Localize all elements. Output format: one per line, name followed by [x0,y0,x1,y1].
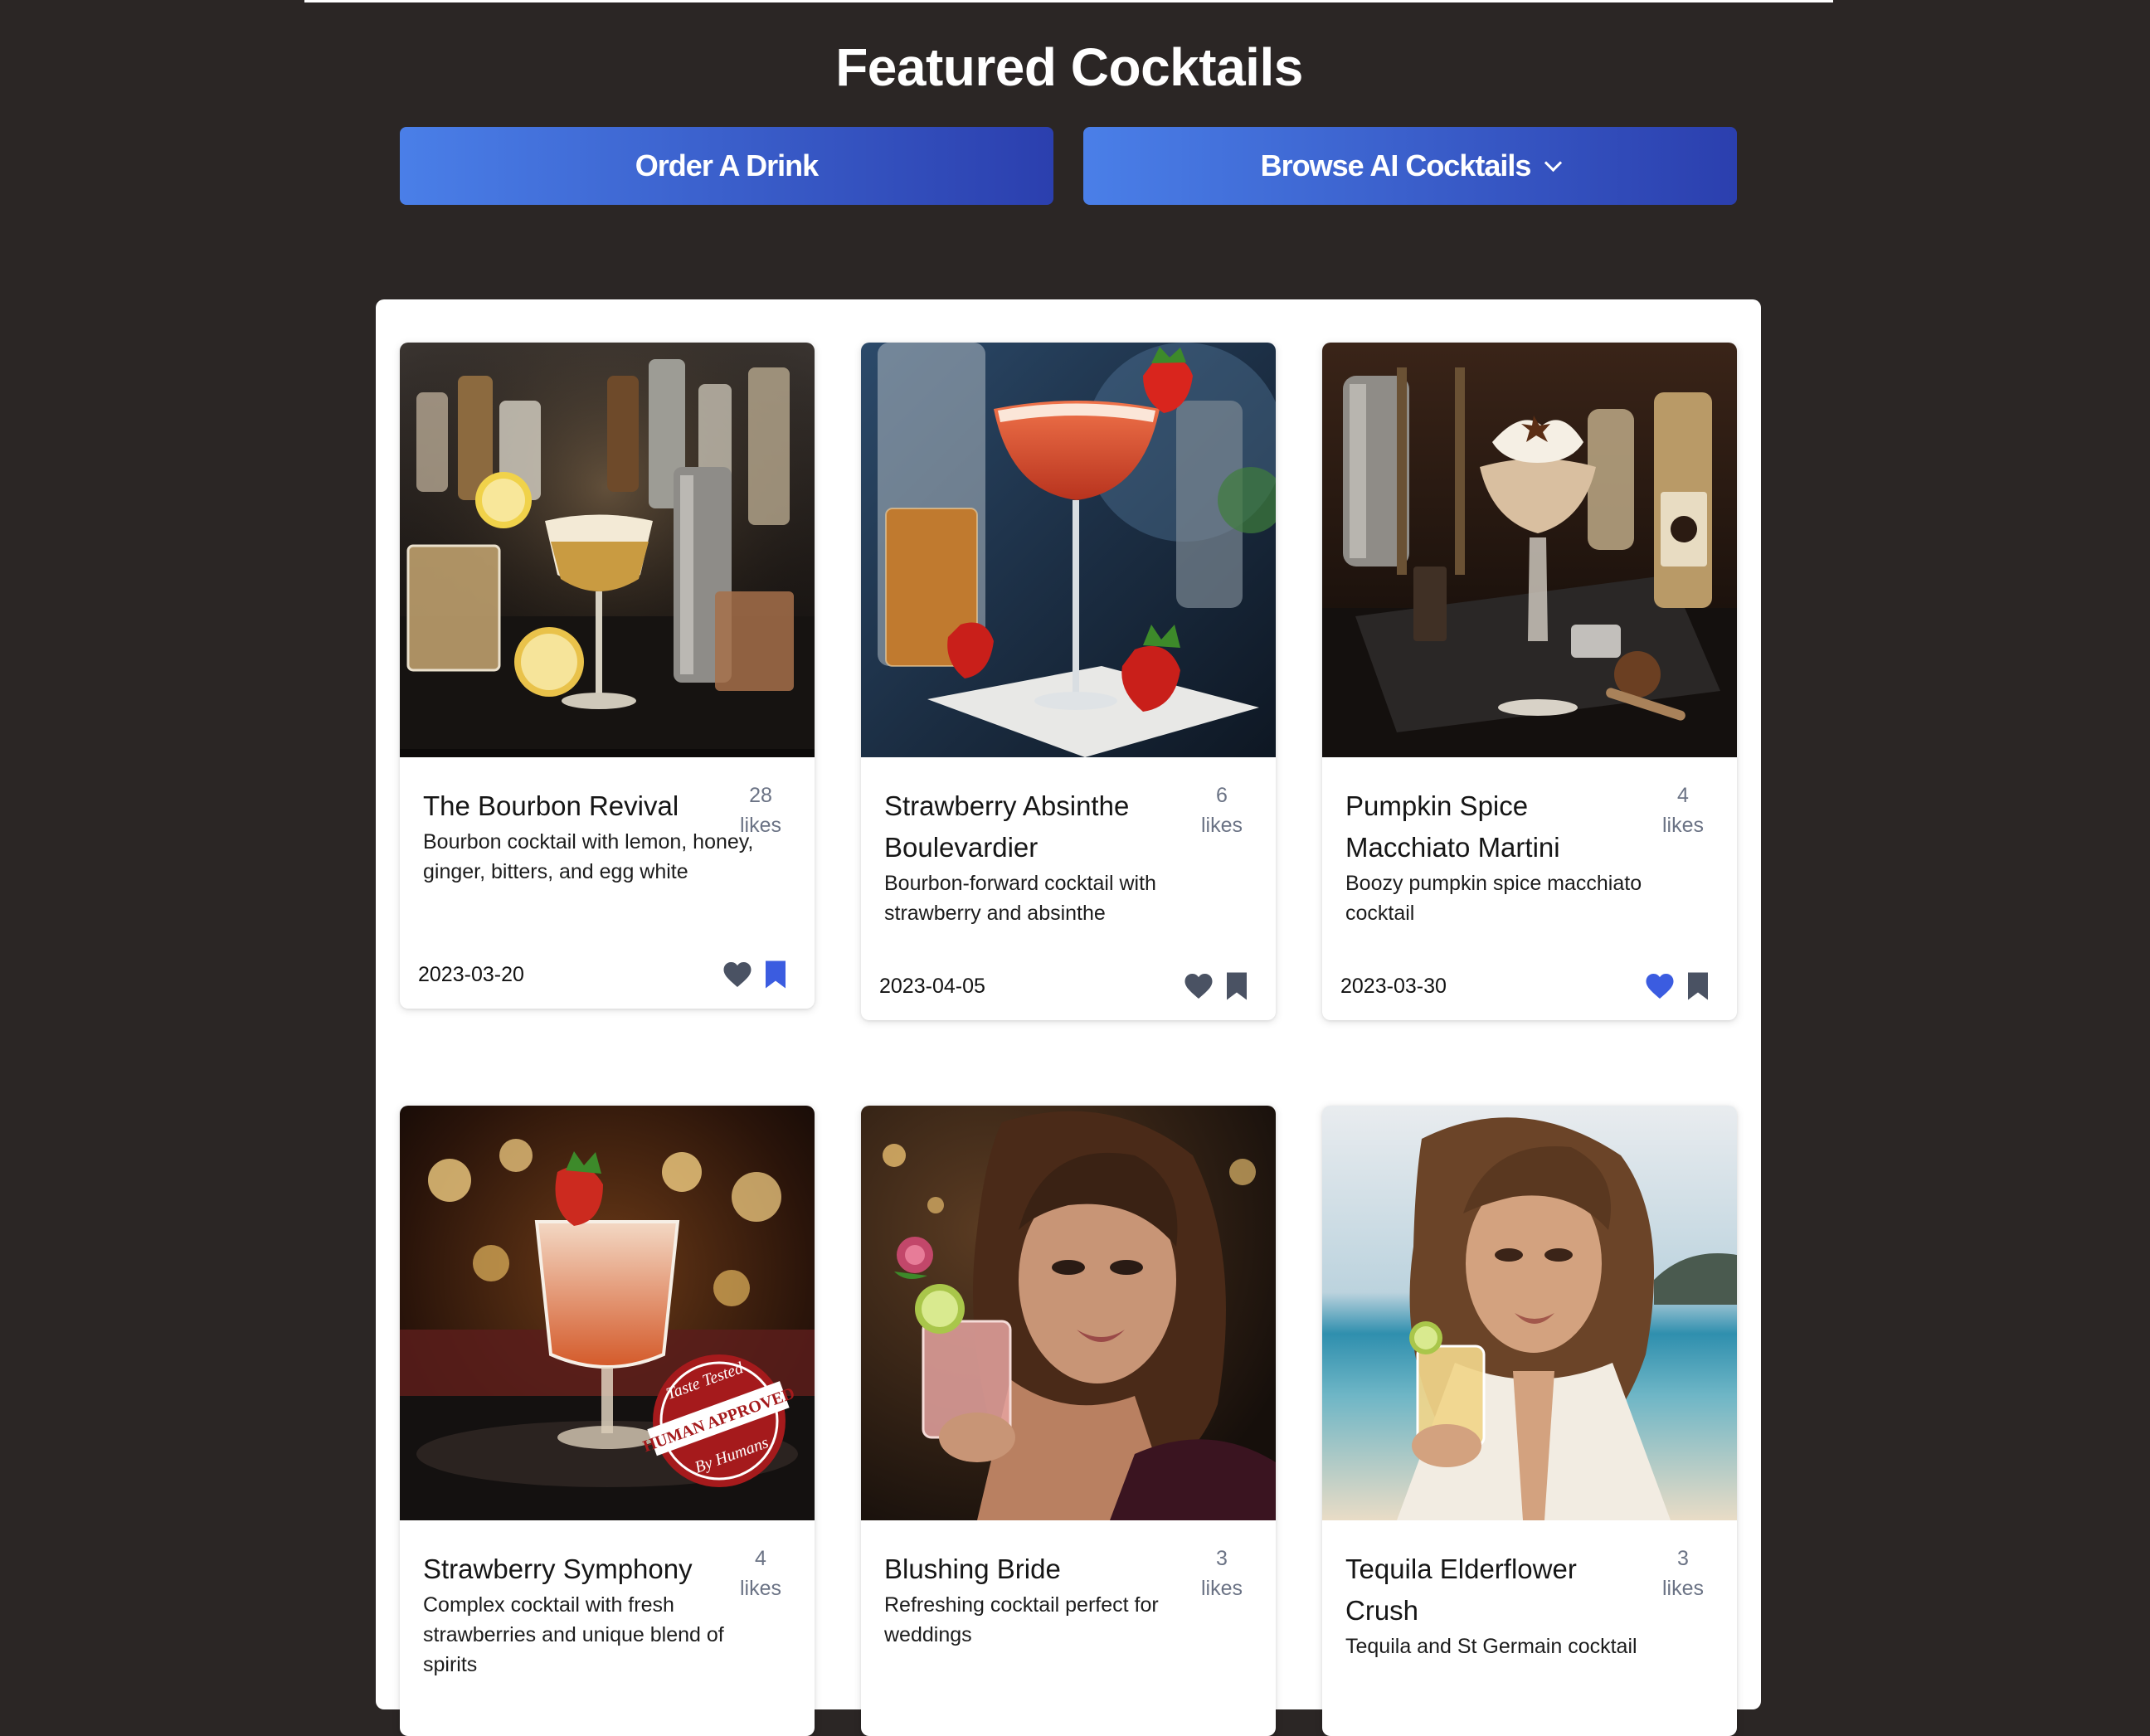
save-button[interactable] [1682,970,1714,1002]
likes-number: 4 [1677,784,1689,807]
likes-count: 3 likes [1654,1544,1712,1603]
cocktail-grid-panel: The Bourbon Revival 28 likes Bourbon coc… [376,299,1761,1736]
cocktail-card[interactable]: Strawberry Absinthe Boulevardier 6 likes… [861,343,1276,1020]
likes-label: likes [739,1577,781,1600]
card-footer: 2023-04-05 [879,970,1253,1002]
cocktail-card[interactable]: The Bourbon Revival 28 likes Bourbon coc… [400,343,815,1009]
cocktail-card[interactable]: Taste Tested HUMAN APPROVED By Humans St… [400,1106,815,1736]
page-title: Featured Cocktails [835,37,1303,97]
card-actions [1644,970,1714,1002]
cocktail-description: Boozy pumpkin spice macchiato cocktail [1345,872,1642,925]
likes-label: likes [1661,814,1704,837]
likes-label: likes [1200,1577,1243,1600]
like-button[interactable] [722,959,753,990]
order-drink-label: Order A Drink [635,148,819,182]
likes-number: 3 [1677,1547,1689,1570]
card-body: The Bourbon Revival 28 likes Bourbon coc… [400,757,815,887]
cocktail-title[interactable]: The Bourbon Revival [423,785,730,827]
likes-label: likes [739,814,781,837]
cocktail-date: 2023-03-20 [418,962,524,986]
likes-count: 3 likes [1193,1544,1251,1603]
card-body: Strawberry Symphony 4 likes Complex cock… [400,1520,815,1680]
order-drink-button[interactable]: Order A Drink [400,127,1053,205]
likes-number: 6 [1216,784,1228,807]
cocktail-card[interactable]: Pumpkin Spice Macchiato Martini 4 likes … [1322,343,1737,1020]
card-footer: 2023-03-30 [1340,970,1714,1002]
likes-count: 4 likes [732,1544,790,1603]
heart-icon [1184,974,1213,999]
heart-icon [723,962,752,987]
cocktail-title[interactable]: Pumpkin Spice Macchiato Martini [1345,785,1652,868]
cocktail-date: 2023-03-30 [1340,974,1447,998]
likes-count: 6 likes [1193,780,1251,840]
likes-count: 28 likes [732,780,790,840]
likes-number: 3 [1216,1547,1228,1570]
save-button[interactable] [760,959,791,990]
browse-ai-cocktails-dropdown[interactable]: Browse AI Cocktails [1083,127,1737,205]
cocktail-card[interactable]: Tequila Elderflower Crush 3 likes Tequil… [1322,1106,1737,1736]
card-body: Pumpkin Spice Macchiato Martini 4 likes … [1322,757,1737,928]
chevron-down-icon [1544,153,1563,172]
browse-ai-cocktails-label: Browse AI Cocktails [1260,148,1532,182]
cocktail-description: Bourbon-forward cocktail with strawberry… [884,872,1156,925]
cocktail-card[interactable]: Blushing Bride 3 likes Refreshing cockta… [861,1106,1276,1736]
bookmark-icon [1227,972,1247,1000]
cocktail-photo[interactable] [1322,1106,1737,1520]
card-actions [722,959,791,990]
cocktail-date: 2023-04-05 [879,974,985,998]
likes-number: 4 [755,1547,766,1570]
card-actions [1183,970,1253,1002]
cocktail-description: Tequila and St Germain cocktail [1345,1635,1637,1658]
cocktail-title[interactable]: Strawberry Symphony [423,1549,730,1590]
cocktail-photo[interactable]: Taste Tested HUMAN APPROVED By Humans [400,1106,815,1520]
like-button[interactable] [1644,970,1676,1002]
save-button[interactable] [1221,970,1253,1002]
cocktail-description: Complex cocktail with fresh strawberries… [423,1593,724,1676]
cocktail-title[interactable]: Strawberry Absinthe Boulevardier [884,785,1191,868]
like-button[interactable] [1183,970,1214,1002]
likes-number: 28 [749,784,772,807]
likes-count: 4 likes [1654,780,1712,840]
top-divider [304,0,1833,2]
cocktail-photo[interactable] [861,1106,1276,1520]
card-footer: 2023-03-20 [418,959,791,990]
cocktail-photo[interactable] [861,343,1276,757]
cocktail-title[interactable]: Blushing Bride [884,1549,1191,1590]
card-body: Tequila Elderflower Crush 3 likes Tequil… [1322,1520,1737,1661]
bookmark-icon [766,960,786,989]
likes-label: likes [1661,1577,1704,1600]
bookmark-icon [1688,972,1708,1000]
card-body: Strawberry Absinthe Boulevardier 6 likes… [861,757,1276,928]
cocktail-photo[interactable] [400,343,815,757]
heart-icon [1646,974,1674,999]
cocktail-description: Bourbon cocktail with lemon, honey, ging… [423,830,754,883]
cocktail-description: Refreshing cocktail perfect for weddings [884,1593,1159,1646]
cocktail-title[interactable]: Tequila Elderflower Crush [1345,1549,1652,1631]
likes-label: likes [1200,814,1243,837]
card-body: Blushing Bride 3 likes Refreshing cockta… [861,1520,1276,1650]
cocktail-photo[interactable] [1322,343,1737,757]
